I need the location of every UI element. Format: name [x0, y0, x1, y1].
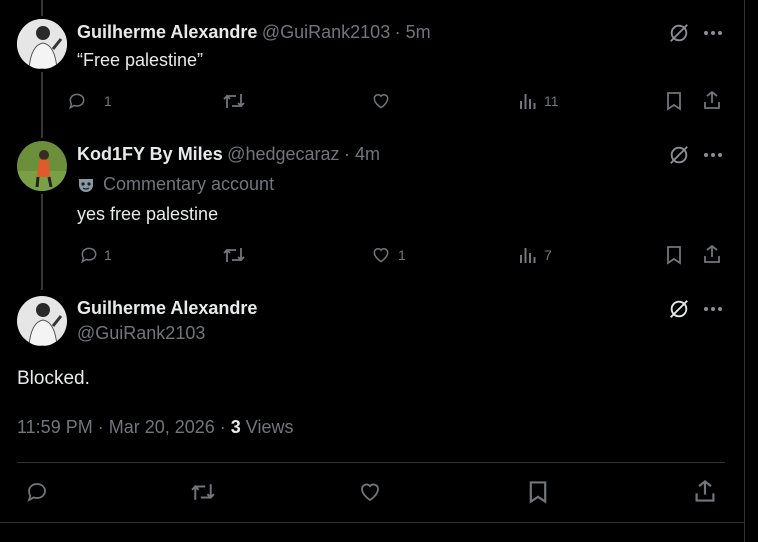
- more-icon[interactable]: [701, 21, 725, 45]
- grok-icon[interactable]: [667, 143, 691, 167]
- views-number: 3: [230, 417, 241, 437]
- author-line: Kod1FY By Miles @hedgecaraz · 4m: [77, 144, 380, 165]
- tweet-time[interactable]: · 4m: [344, 144, 380, 164]
- bookmark-icon[interactable]: [663, 244, 685, 266]
- retweet-icon[interactable]: [222, 90, 246, 112]
- avatar[interactable]: [17, 141, 67, 191]
- thread-line-1: [41, 72, 43, 138]
- author-name[interactable]: Kod1FY By Miles: [77, 144, 223, 164]
- like-icon[interactable]: [357, 479, 383, 505]
- author-name[interactable]: Guilherme Alexandre: [77, 298, 257, 319]
- tweet-text: Blocked.: [17, 368, 90, 389]
- author-handle[interactable]: @GuiRank2103: [77, 323, 205, 344]
- views-icon[interactable]: [518, 244, 538, 266]
- reply-icon[interactable]: [24, 479, 50, 505]
- views-count: 11: [544, 93, 559, 109]
- like-icon[interactable]: [370, 244, 392, 266]
- like-count: 1: [398, 247, 406, 263]
- bookmark-icon[interactable]: [663, 90, 685, 112]
- author-line: Guilherme Alexandre @GuiRank2103 · 5m: [77, 22, 431, 43]
- more-icon[interactable]: [701, 297, 725, 321]
- author-handle[interactable]: @hedgecaraz: [227, 144, 339, 164]
- share-icon[interactable]: [692, 478, 718, 504]
- views-icon[interactable]: [518, 90, 538, 112]
- avatar[interactable]: [17, 296, 67, 346]
- grok-icon[interactable]: [667, 297, 691, 321]
- divider: [17, 462, 725, 463]
- avatar[interactable]: [17, 19, 67, 69]
- thread-line-2: [41, 194, 43, 290]
- mask-icon: [77, 176, 95, 194]
- account-label[interactable]: Commentary account: [77, 174, 274, 195]
- bottom-border: [0, 522, 744, 523]
- views-label: Views: [240, 417, 294, 437]
- reply-count: 1: [104, 247, 112, 263]
- like-icon[interactable]: [370, 90, 392, 112]
- share-icon[interactable]: [701, 89, 723, 111]
- author-name[interactable]: Guilherme Alexandre: [77, 22, 257, 42]
- thread-line-top: [41, 0, 43, 16]
- author-handle[interactable]: @GuiRank2103: [262, 22, 390, 42]
- reply-icon[interactable]: [78, 244, 100, 266]
- grok-icon[interactable]: [667, 21, 691, 45]
- reply-icon[interactable]: [66, 90, 88, 112]
- views-count: 7: [544, 247, 552, 263]
- timestamp[interactable]: 11:59 PM · Mar 20, 2026 ·: [17, 417, 231, 437]
- retweet-icon[interactable]: [222, 244, 246, 266]
- tweet-time[interactable]: · 5m: [395, 22, 431, 42]
- retweet-icon[interactable]: [189, 479, 217, 505]
- account-label-text: Commentary account: [103, 174, 275, 194]
- tweet-meta: 11:59 PM · Mar 20, 2026 · 3 Views: [17, 417, 294, 438]
- bookmark-icon[interactable]: [525, 479, 551, 505]
- tweet-text: yes free palestine: [77, 204, 219, 224]
- reply-count: 1: [104, 93, 112, 109]
- tweet-text: “Free palestine”: [77, 50, 204, 70]
- share-icon[interactable]: [701, 243, 723, 265]
- more-icon[interactable]: [701, 143, 725, 167]
- column-border: [744, 0, 745, 542]
